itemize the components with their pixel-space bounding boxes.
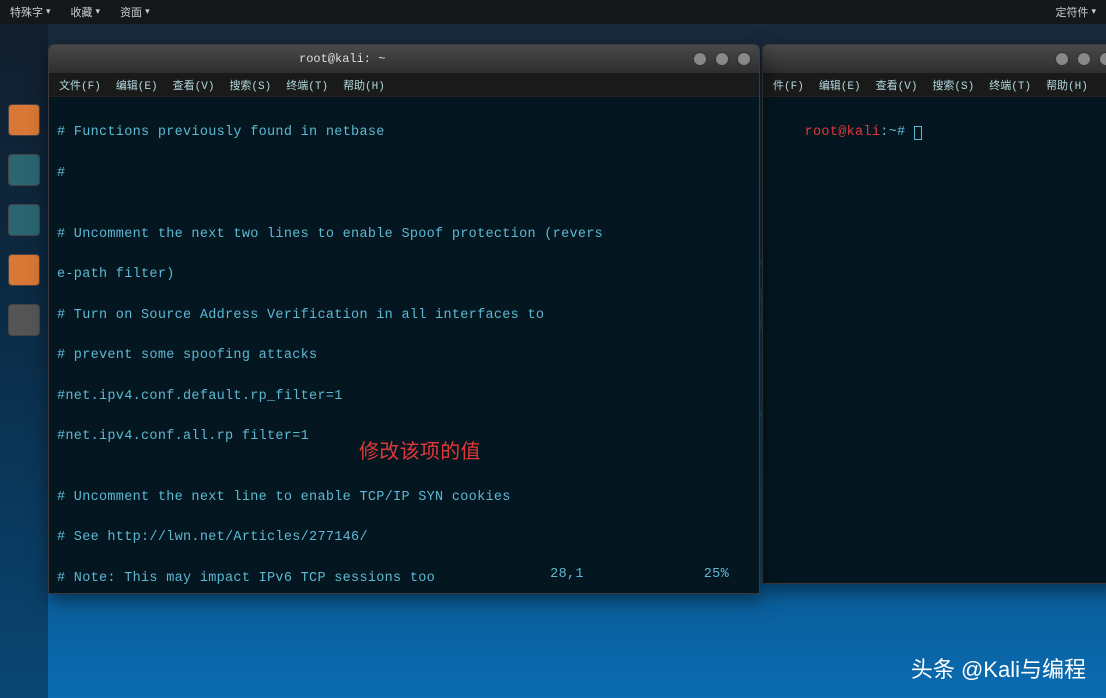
panel-item-right[interactable]: 定符件▾ [1055, 4, 1096, 20]
window-titlebar[interactable] [763, 45, 1106, 73]
menu-search[interactable]: 搜索(S) [932, 77, 974, 93]
window-title: root@kali: ~ [299, 52, 385, 66]
dock-icon[interactable] [8, 304, 40, 336]
menu-view[interactable]: 查看(V) [876, 77, 918, 93]
panel-item[interactable]: 资面▾ [120, 4, 150, 20]
menu-file[interactable]: 件(F) [773, 77, 804, 93]
menu-terminal[interactable]: 终端(T) [286, 77, 328, 93]
panel-item[interactable]: 特殊字▾ [10, 4, 51, 20]
dock-icon[interactable] [8, 204, 40, 236]
dock-icon[interactable] [8, 254, 40, 286]
file-line: # Uncomment the next two lines to enable… [57, 225, 751, 245]
desktop-top-panel: 特殊字▾ 收藏▾ 资面▾ 定符件▾ [0, 0, 1106, 24]
terminal-output[interactable]: root@kali:~# [763, 97, 1106, 583]
minimize-icon[interactable] [693, 52, 707, 66]
scroll-percent: 25% [704, 565, 729, 585]
maximize-icon[interactable] [715, 52, 729, 66]
left-dock [0, 24, 48, 698]
file-line: # Turn on Source Address Verification in… [57, 306, 751, 326]
dock-icon[interactable] [8, 104, 40, 136]
file-line: # Functions previously found in netbase [57, 123, 751, 143]
maximize-icon[interactable] [1077, 52, 1091, 66]
dock-icon[interactable] [8, 154, 40, 186]
cursor-position: 28,1 [550, 565, 584, 585]
watermark-text: 头条 @Kali与编程 [911, 652, 1086, 684]
file-line: e-path filter) [57, 265, 751, 285]
cursor-icon [914, 126, 922, 140]
file-line: # Uncomment the next line to enable TCP/… [57, 488, 751, 508]
menu-help[interactable]: 帮助(H) [1046, 77, 1088, 93]
window-titlebar[interactable]: root@kali: ~ [49, 45, 759, 73]
minimize-icon[interactable] [1055, 52, 1069, 66]
terminal-window-secondary[interactable]: 件(F) 编辑(E) 查看(V) 搜索(S) 终端(T) 帮助(H) root@… [762, 44, 1106, 584]
file-line: #net.ipv4.conf.default.rp_filter=1 [57, 387, 751, 407]
editor-status-line: 28,1 25% [49, 565, 759, 585]
terminal-menubar: 文件(F) 编辑(E) 查看(V) 搜索(S) 终端(T) 帮助(H) [49, 73, 759, 97]
file-line: # See http://lwn.net/Articles/277146/ [57, 528, 751, 548]
menu-file[interactable]: 文件(F) [59, 77, 101, 93]
menu-search[interactable]: 搜索(S) [229, 77, 271, 93]
close-icon[interactable] [1099, 52, 1106, 66]
terminal-menubar: 件(F) 编辑(E) 查看(V) 搜索(S) 终端(T) 帮助(H) [763, 73, 1106, 97]
file-line: # [57, 164, 751, 184]
menu-view[interactable]: 查看(V) [173, 77, 215, 93]
menu-terminal[interactable]: 终端(T) [989, 77, 1031, 93]
menu-edit[interactable]: 编辑(E) [116, 77, 158, 93]
terminal-window-editor[interactable]: root@kali: ~ 文件(F) 编辑(E) 查看(V) 搜索(S) 终端(… [48, 44, 760, 594]
editor-content[interactable]: # Functions previously found in netbase … [49, 97, 759, 593]
file-line: # prevent some spoofing attacks [57, 346, 751, 366]
menu-edit[interactable]: 编辑(E) [819, 77, 861, 93]
annotation-label: 修改该项的值 [359, 437, 481, 467]
shell-prompt: root@kali:~# [805, 125, 922, 140]
panel-item[interactable]: 收藏▾ [71, 4, 101, 20]
menu-help[interactable]: 帮助(H) [343, 77, 385, 93]
close-icon[interactable] [737, 52, 751, 66]
